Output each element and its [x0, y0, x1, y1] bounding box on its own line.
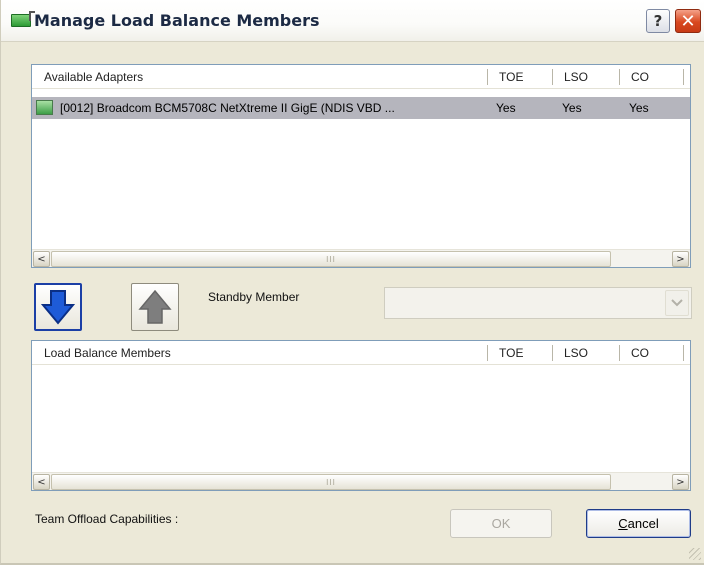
column-separator[interactable] — [683, 69, 684, 85]
gray-up-arrow-icon — [138, 289, 172, 324]
column-header-toe[interactable]: TOE — [487, 341, 551, 365]
scroll-right-button[interactable]: > — [672, 474, 689, 490]
scroll-left-button[interactable]: < — [33, 251, 50, 267]
column-header-available-adapters[interactable]: Available Adapters — [32, 65, 492, 89]
remove-member-button[interactable] — [131, 283, 179, 331]
load-balance-members-header: Load Balance Members TOE LSO CO — [32, 341, 690, 365]
blue-down-arrow-icon — [41, 290, 75, 325]
team-offload-capabilities-label: Team Offload Capabilities : — [35, 512, 179, 526]
column-header-lso[interactable]: LSO — [552, 65, 618, 89]
scrollbar-thumb[interactable]: III — [51, 251, 611, 267]
cancel-accesskey: C — [618, 516, 628, 531]
ok-button[interactable]: OK — [450, 509, 552, 538]
window-title: Manage Load Balance Members — [34, 11, 320, 30]
horizontal-scrollbar[interactable]: < III > — [32, 249, 690, 267]
adapter-co: Yes — [629, 101, 649, 115]
column-header-co[interactable]: CO — [619, 65, 683, 89]
standby-member-label: Standby Member — [208, 290, 300, 304]
standby-member-dropdown[interactable] — [384, 287, 692, 319]
add-member-button[interactable] — [34, 283, 82, 331]
column-separator[interactable] — [683, 345, 684, 361]
adapter-toe: Yes — [496, 101, 516, 115]
column-header-toe[interactable]: TOE — [487, 65, 551, 89]
adapter-lso: Yes — [562, 101, 582, 115]
column-header-lso[interactable]: LSO — [552, 341, 618, 365]
column-header-load-balance-members[interactable]: Load Balance Members — [32, 341, 492, 365]
available-adapters-list[interactable]: Available Adapters TOE LSO CO [0012] Bro… — [31, 64, 691, 268]
cancel-label-rest: ancel — [627, 516, 659, 531]
adapter-row[interactable]: [0012] Broadcom BCM5708C NetXtreme II Gi… — [32, 97, 690, 119]
dialog-window: Manage Load Balance Members ? ✕ Availabl… — [0, 0, 704, 565]
available-adapters-header: Available Adapters TOE LSO CO — [32, 65, 690, 89]
cancel-button[interactable]: Cancel — [586, 509, 691, 538]
close-button[interactable]: ✕ — [675, 9, 701, 33]
adapter-name: [0012] Broadcom BCM5708C NetXtreme II Gi… — [60, 101, 395, 115]
horizontal-scrollbar[interactable]: < III > — [32, 472, 690, 490]
network-adapter-icon — [11, 11, 35, 27]
help-button[interactable]: ? — [646, 9, 670, 33]
scrollbar-thumb[interactable]: III — [51, 474, 611, 490]
network-card-icon — [36, 100, 53, 115]
resize-grip-icon[interactable] — [689, 548, 701, 560]
load-balance-members-list[interactable]: Load Balance Members TOE LSO CO < III > — [31, 340, 691, 491]
scroll-right-button[interactable]: > — [672, 251, 689, 267]
column-header-co[interactable]: CO — [619, 341, 683, 365]
title-bar[interactable]: Manage Load Balance Members ? ✕ — [1, 0, 704, 42]
chevron-down-icon[interactable] — [665, 290, 689, 316]
scroll-left-button[interactable]: < — [33, 474, 50, 490]
